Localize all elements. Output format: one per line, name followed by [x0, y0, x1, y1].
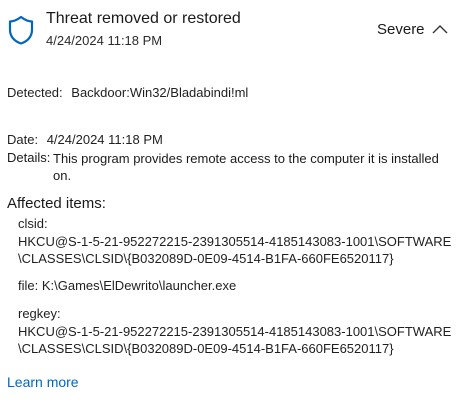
- severity-label: Severe: [377, 21, 425, 38]
- regkey-path-line-1: HKCU@S-1-5-21-952272215-2391305514-41851…: [18, 324, 452, 339]
- regkey-path-line-2: \CLASSES\CLSID\{B032089D-0E09-4514-B1FA-…: [18, 341, 394, 356]
- shield-icon: [8, 15, 34, 45]
- threat-title: Threat removed or restored: [46, 10, 241, 27]
- detected-row: Detected: Backdoor:Win32/Bladabindi!ml: [7, 85, 248, 100]
- learn-more-link[interactable]: Learn more: [7, 374, 79, 390]
- detected-label: Detected:: [7, 85, 63, 100]
- chevron-up-icon[interactable]: [430, 22, 450, 36]
- affected-items-heading: Affected items:: [7, 195, 106, 212]
- regkey-label: regkey:: [18, 306, 61, 321]
- details-label: Details:: [7, 150, 51, 165]
- date-row: Date: 4/24/2024 11:18 PM: [7, 132, 163, 147]
- threat-timestamp: 4/24/2024 11:18 PM: [46, 33, 163, 48]
- clsid-label: clsid:: [18, 216, 48, 231]
- file-path: file: K:\Games\ElDewrito\launcher.exe: [18, 278, 237, 293]
- clsid-path-line-2: \CLASSES\CLSID\{B032089D-0E09-4514-B1FA-…: [18, 251, 394, 266]
- clsid-path-line-1: HKCU@S-1-5-21-952272215-2391305514-41851…: [18, 234, 452, 249]
- date-label: Date:: [7, 132, 39, 147]
- date-value: 4/24/2024 11:18 PM: [46, 132, 163, 147]
- detected-value: Backdoor:Win32/Bladabindi!ml: [71, 85, 249, 100]
- details-value: This program provides remote access to t…: [53, 151, 439, 183]
